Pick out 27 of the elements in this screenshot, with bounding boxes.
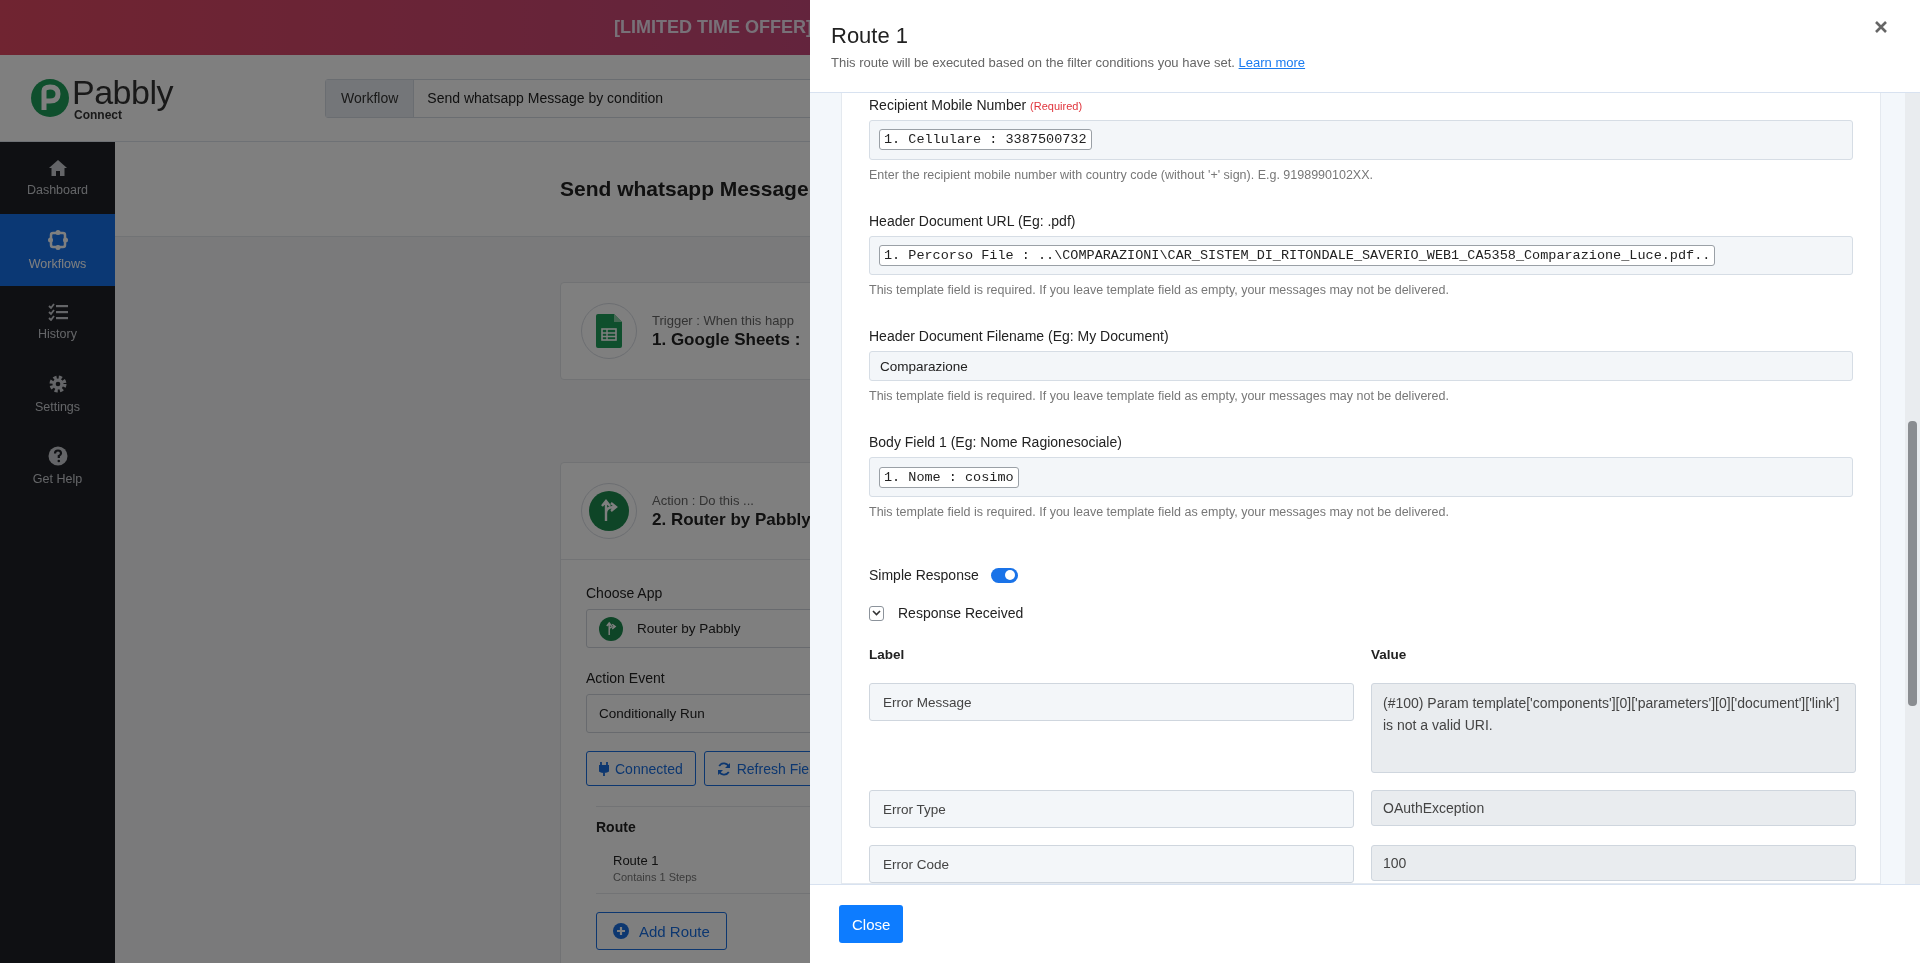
field-label: Header Document Filename (Eg: My Document) xyxy=(869,328,1170,345)
trigger-title: 1. Google Sheets : xyxy=(652,329,801,350)
token-chip: 1. Percorso File : ..\COMPARAZIONI\CAR_SISTEM_DI_RITONDALE_SAVERIO_WEB1_CA5358_Comparazione_Luce.pdf.. xyxy=(879,244,1716,266)
token-chip: 1. Cellulare : 3387500732 xyxy=(879,129,1092,151)
column-header: Value xyxy=(1371,647,1408,662)
page-title: Send whatsapp Message xyxy=(560,177,809,201)
promo-text: [LIMITED TIME OFFER] xyxy=(614,17,812,38)
field-help: This template field is required. If you leave template field as empty, your messages may not be delivered. xyxy=(869,389,1450,404)
field-help: This template field is required. If you leave template field as empty, your messages may not be delivered. xyxy=(869,283,1450,298)
action-caption: Action : Do this ... xyxy=(652,492,755,508)
action-title: 2. Router by Pabbly xyxy=(652,509,811,530)
choose-app-label: Choose App xyxy=(586,585,663,601)
drawer-subtitle: This route will be executed based on the filter conditions you have set. Learn more xyxy=(831,54,1307,70)
simple-response-label: Simple Response xyxy=(869,567,979,583)
column-header: Label xyxy=(869,647,906,662)
response-received-label: Response Received xyxy=(898,605,1024,621)
logo-subtitle: Connect xyxy=(74,109,122,121)
field-help: Enter the recipient mobile number with country code (without '+' sign). E.g. 9198990102XX. xyxy=(869,167,1375,182)
field-help: This template field is required. If you leave template field as empty, your messages may not be delivered. xyxy=(869,505,1450,519)
logo-name: Pabbly xyxy=(72,75,173,109)
action-event-label: Action Event xyxy=(586,670,665,686)
trigger-caption: Trigger : When this happ xyxy=(652,312,795,328)
route-heading: Route xyxy=(596,819,637,835)
token-chip: 1. Nome : cosimo xyxy=(879,466,1019,488)
field-label: Body Field 1 (Eg: Nome Ragionesociale) xyxy=(869,434,1123,451)
field-label: Header Document URL (Eg: .pdf) xyxy=(869,212,1077,229)
drawer-title: Route 1 xyxy=(831,22,909,49)
